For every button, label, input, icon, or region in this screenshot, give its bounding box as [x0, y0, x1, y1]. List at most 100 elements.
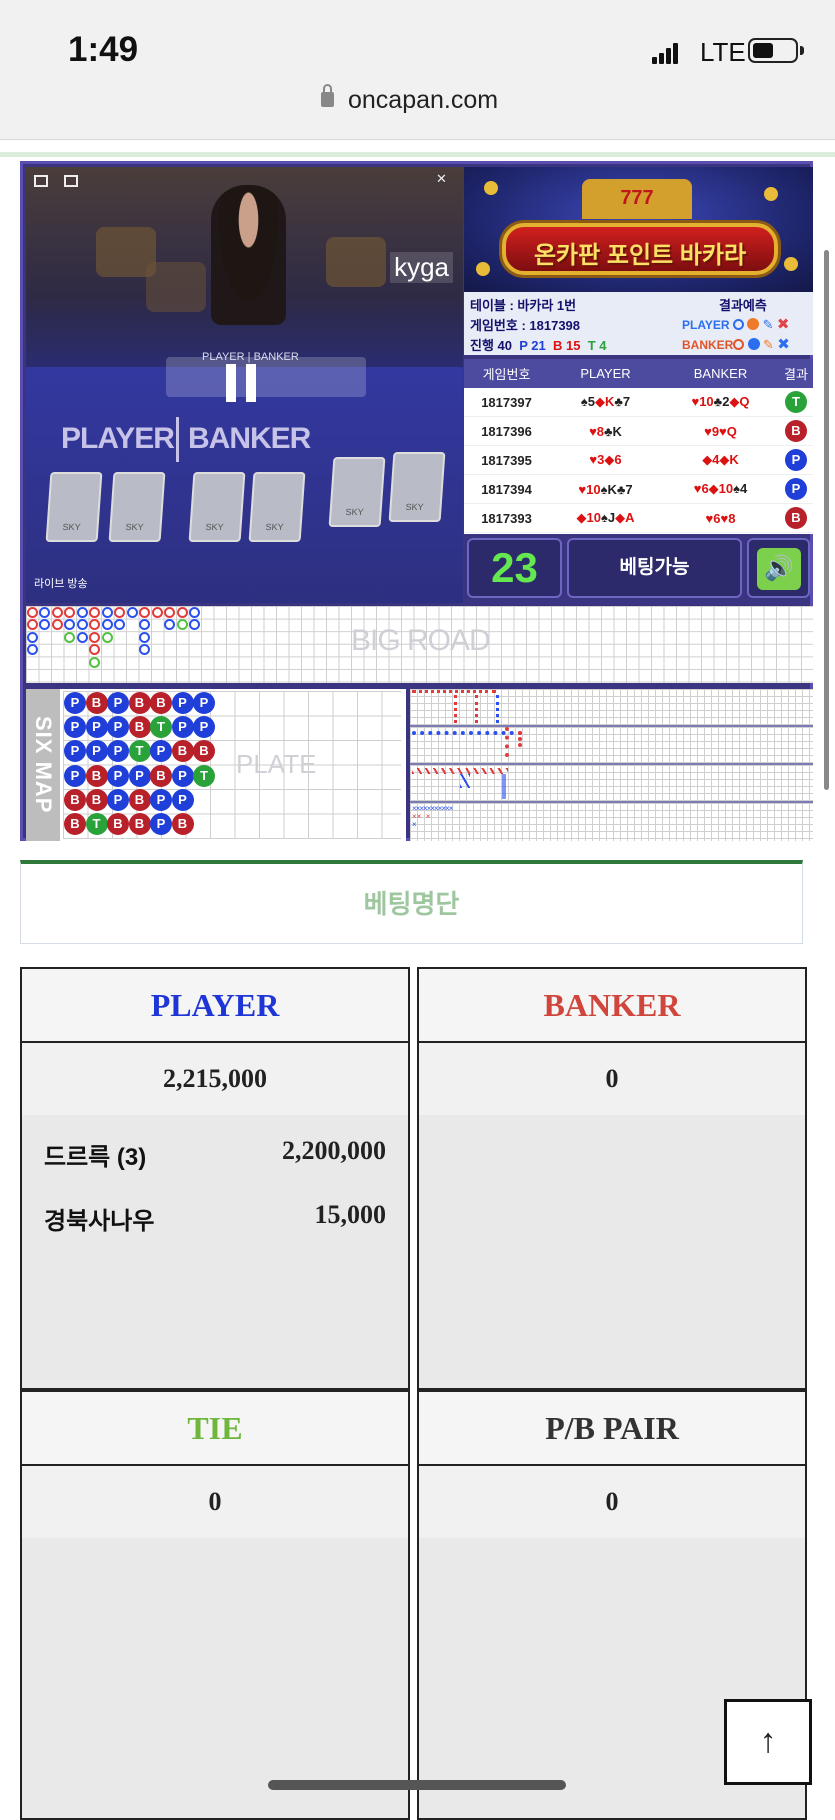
scroll-top-button[interactable]: ↑ — [724, 1699, 812, 1785]
pair-title: P/B PAIR — [419, 1392, 805, 1466]
signal-icon — [652, 42, 680, 64]
table-row: 1817394 ♥10♠K♣7 ♥6◆10♠4 P — [464, 475, 813, 504]
circle-icon — [732, 319, 744, 330]
table-row: 1817397 ♠5◆K♣7 ♥10♣2◆Q T — [464, 388, 813, 417]
table-name: 테이블 : 바카라 1번 — [470, 298, 577, 313]
plate-cell: P — [128, 764, 151, 787]
last-road: ××××××××××× ×× × × — [410, 803, 813, 841]
big-road: BIG ROAD — [26, 606, 813, 683]
mute-icon[interactable]: ✕ — [436, 171, 450, 186]
baccarat-game-area: ✕ kyga PLAYER | BANKER PLAYER BANKER 라이브… — [20, 161, 813, 841]
pause-icon[interactable] — [226, 364, 256, 402]
lock-icon — [321, 84, 334, 107]
cockroach-road — [410, 765, 813, 803]
expand-icon[interactable] — [34, 175, 48, 187]
plate-cell: B — [85, 788, 108, 811]
banker-title: BANKER — [419, 969, 805, 1043]
bet-status: 베팅가능 — [567, 538, 742, 598]
plate-cell: B — [128, 813, 151, 835]
result-badge: B — [785, 420, 807, 442]
plate-label: PLATE — [236, 749, 317, 779]
bettor-name: 경북사나우 — [44, 1208, 155, 1235]
plate-cell: P — [171, 692, 194, 714]
network-label: LTE — [700, 37, 746, 67]
predict-banker-row: BANKER ✎ ✖ — [682, 336, 790, 353]
progress: 진행 40 P 21 B 15 T 4 — [470, 338, 607, 353]
pair-total: 0 — [419, 1466, 805, 1538]
bet-list-title: 베팅명단 — [363, 889, 460, 919]
derived-roads: ××××××××××× ×× × × — [410, 689, 813, 841]
table-info: 테이블 : 바카라 1번 게임번호 : 1817398 진행 40 P 21 B… — [464, 292, 813, 355]
plate-cell: T — [193, 764, 215, 787]
banker-panel: BANKER 0 — [417, 967, 807, 1390]
big-eye-road — [410, 689, 813, 727]
plate-cell: B — [64, 788, 86, 811]
pip-icon[interactable] — [64, 175, 78, 187]
tie-panel: TIE 0 — [20, 1390, 410, 1820]
plate-cell: P — [85, 740, 108, 763]
cross-icon: ✖ — [776, 316, 790, 333]
plate-cell: B — [128, 716, 151, 739]
plate-cell: P — [64, 692, 86, 714]
six-map-label: SIX MAP — [26, 689, 60, 841]
player-total: 2,215,000 — [22, 1043, 408, 1115]
plate-cell: P — [107, 692, 129, 714]
plate-cell: B — [171, 740, 194, 763]
predict-title: 결과예측 — [719, 298, 767, 313]
plate-cell: B — [85, 764, 108, 787]
table-row: 1817395 ♥3◆6 ◆4◆K P — [464, 446, 813, 475]
result-badge: T — [785, 391, 807, 413]
address-bar[interactable]: oncapan.com — [348, 86, 498, 115]
bettor-name: 드르륵 (3) — [44, 1144, 147, 1171]
tie-total: 0 — [22, 1466, 408, 1538]
countdown-timer: 23 — [467, 538, 562, 598]
plate-cell: B — [85, 692, 108, 714]
game-number: 게임번호 : 1817398 — [470, 318, 581, 333]
pencil-icon: ✎ — [763, 337, 774, 352]
table-row: 1817396 ♥8♣K ♥9♥Q B — [464, 417, 813, 446]
player-title: PLAYER — [22, 969, 408, 1043]
plate-cell: B — [107, 813, 129, 835]
plate-cell: T — [85, 813, 108, 835]
plate-cell: P — [171, 716, 194, 739]
player-panel: PLAYER 2,215,000 드르륵 (3) 2,200,000 경북사나우… — [20, 967, 410, 1390]
plate-cell: T — [128, 740, 151, 763]
banker-total: 0 — [419, 1043, 805, 1115]
plate-cell: B — [171, 813, 194, 835]
home-indicator[interactable] — [268, 1780, 566, 1790]
plate-cell: B — [64, 813, 86, 835]
results-header: 게임번호 PLAYER BANKER 결과 — [464, 359, 813, 388]
slot-machine-icon: 777 — [582, 179, 692, 219]
plate-cell: P — [107, 764, 129, 787]
plate-cell: P — [171, 764, 194, 787]
clock: 1:49 — [68, 30, 139, 69]
bet-list-header: 베팅명단 — [20, 860, 803, 944]
plate-cell: P — [150, 788, 172, 811]
scrollbar[interactable] — [824, 250, 829, 790]
plate-cell: P — [85, 716, 108, 739]
promo-banner: 777 온카판 포인트 바카라 — [464, 167, 813, 292]
plate-cell: B — [150, 692, 172, 714]
table-row: 1817393 ◆10♠J◆A ♥6♥8 B — [464, 504, 813, 533]
circle-icon — [733, 339, 745, 350]
arrow-up-icon: ↑ — [759, 1722, 777, 1760]
sound-button[interactable]: 🔊 — [747, 538, 810, 598]
live-video[interactable]: ✕ kyga PLAYER | BANKER PLAYER BANKER 라이브… — [26, 167, 463, 603]
bettor-amount: 15,000 — [314, 1200, 387, 1229]
plate-cell: P — [171, 788, 194, 811]
banner-title: 온카판 포인트 바카라 — [533, 242, 747, 269]
predict-player-row: PLAYER ✎ ✖ — [682, 316, 790, 333]
dealer-image — [211, 185, 286, 325]
plate-cell: B — [150, 764, 172, 787]
dot-icon — [747, 318, 760, 330]
plate-cell: P — [193, 692, 215, 714]
result-badge: P — [785, 449, 807, 471]
result-badge: P — [785, 478, 807, 500]
bettor-amount: 2,200,000 — [282, 1136, 386, 1165]
results-table: 게임번호 PLAYER BANKER 결과 1817397 ♠5◆K♣7 ♥10… — [464, 359, 813, 534]
tie-title: TIE — [22, 1392, 408, 1466]
big-road-label: BIG ROAD — [351, 624, 491, 657]
plate-cell: P — [64, 764, 86, 787]
result-badge: B — [785, 507, 807, 529]
dot-icon — [747, 338, 760, 350]
